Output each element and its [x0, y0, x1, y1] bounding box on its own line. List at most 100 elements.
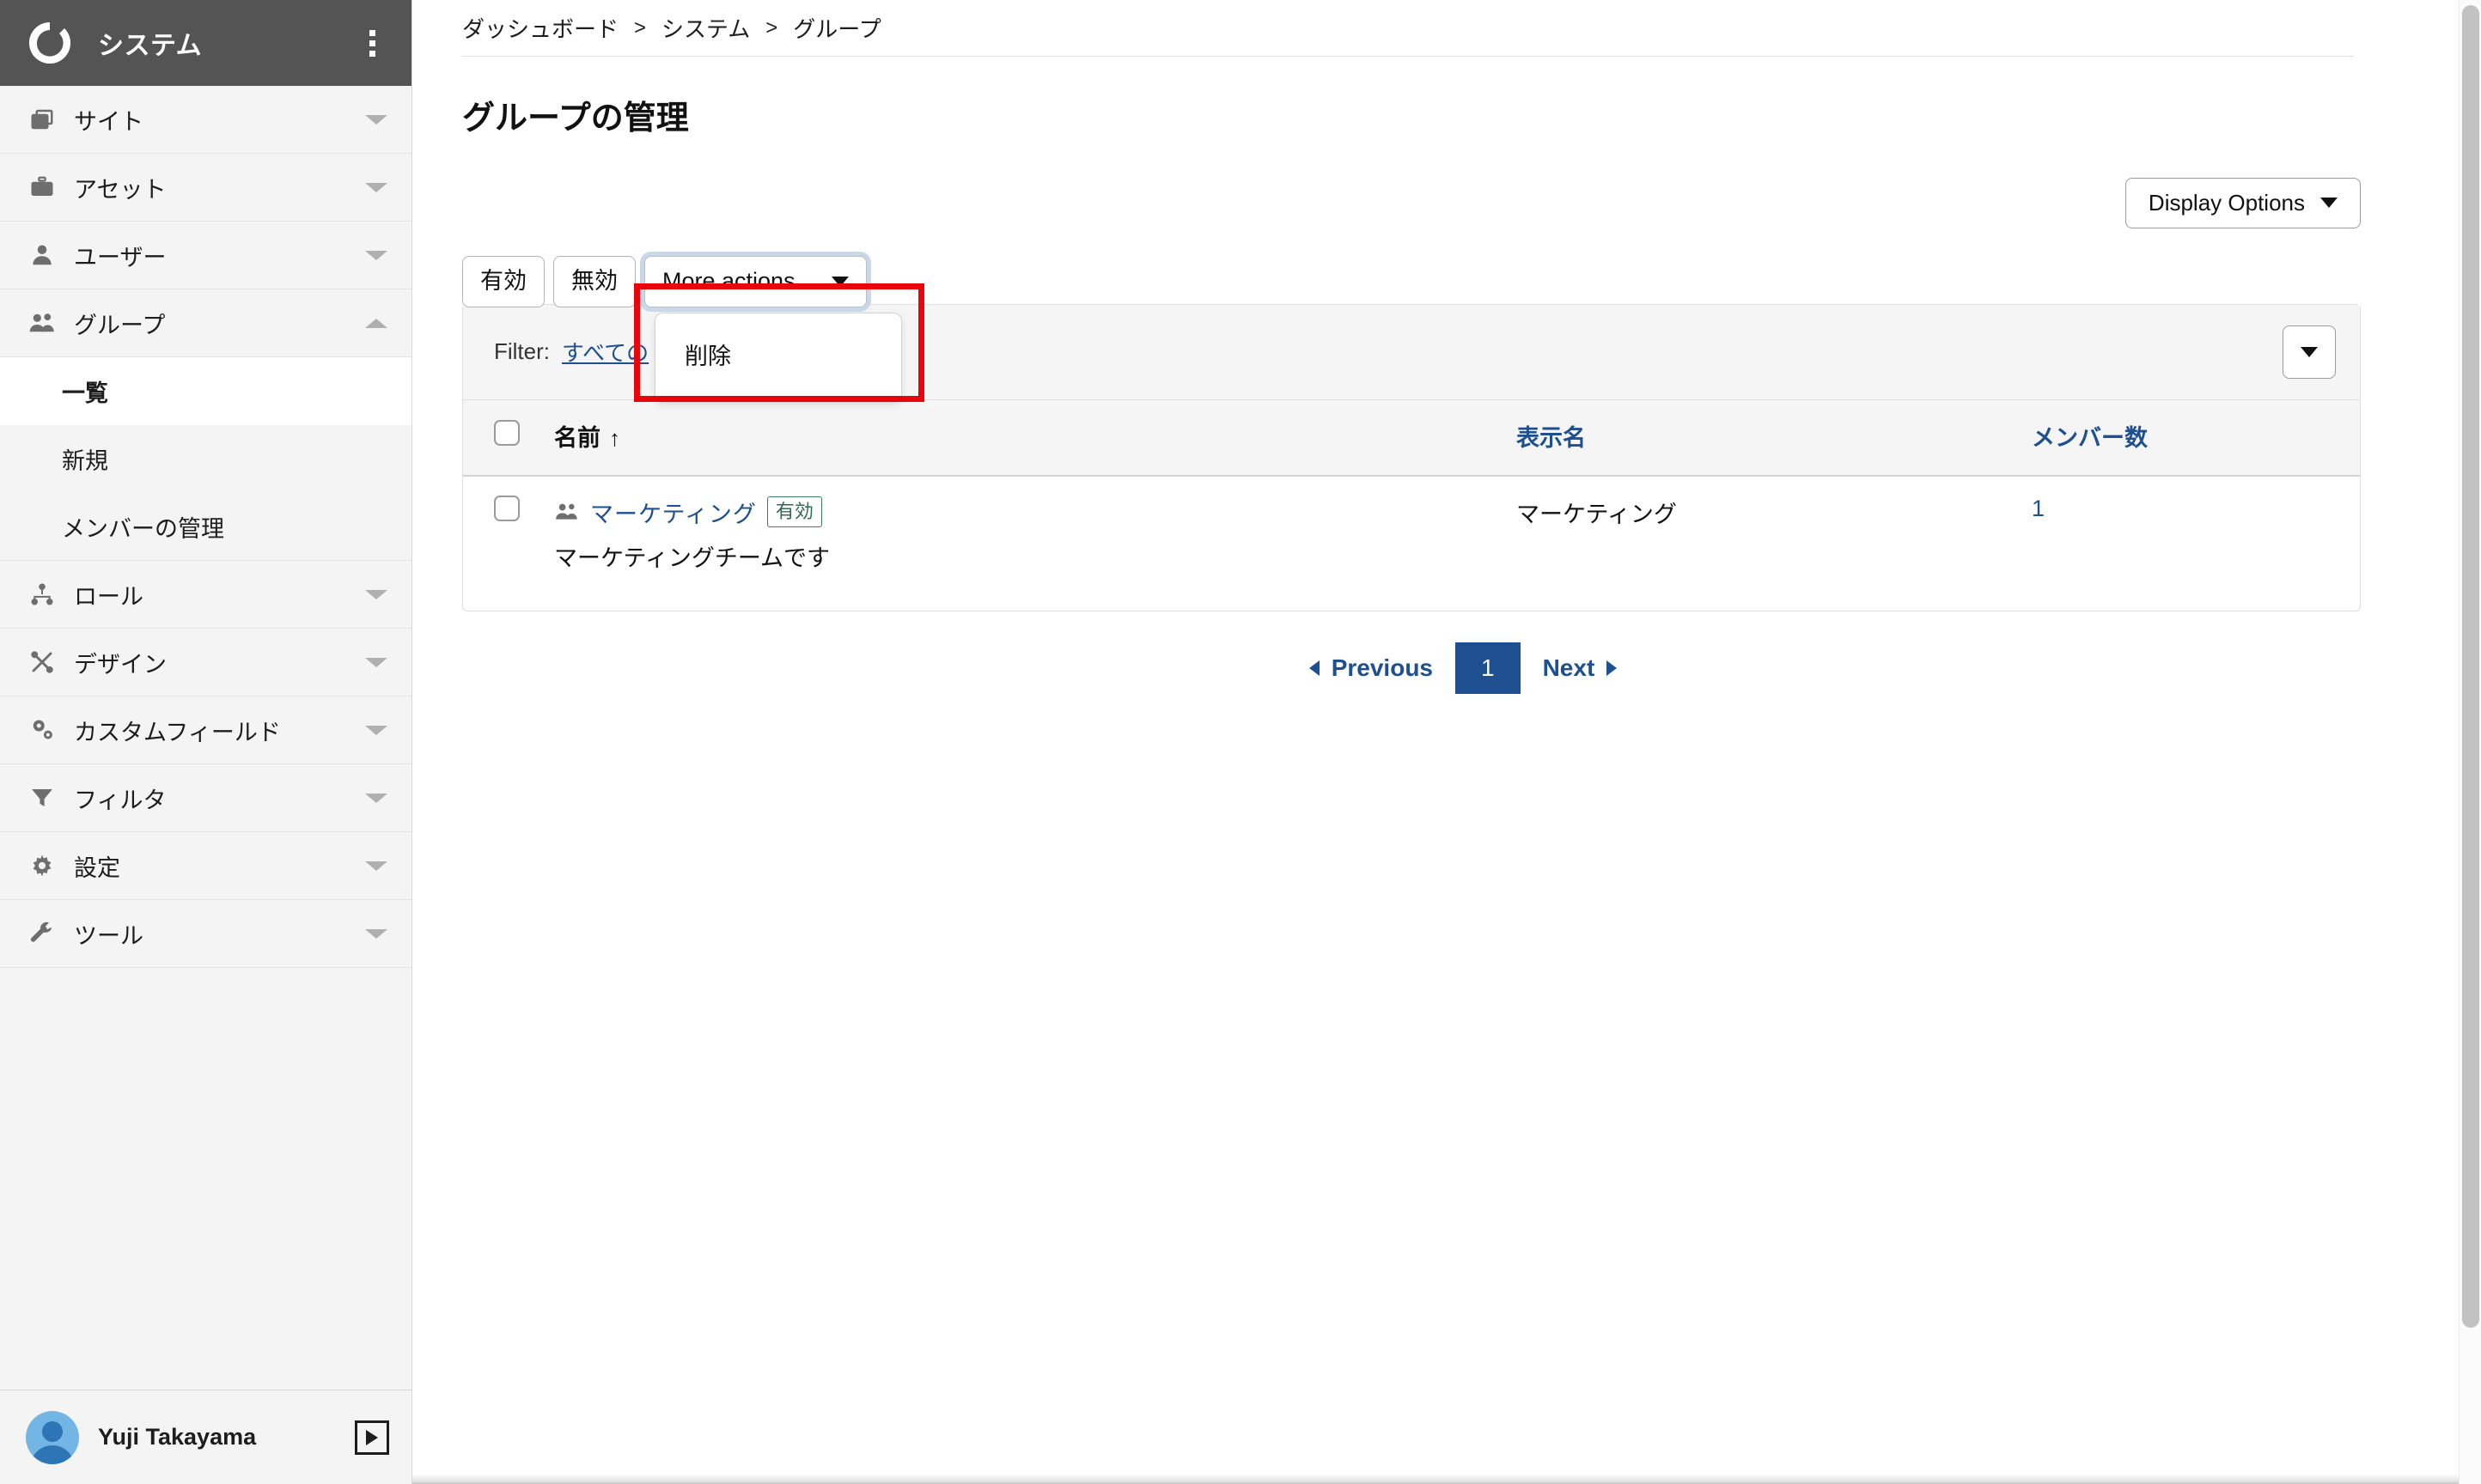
horizontal-scrollbar[interactable]	[412, 1474, 2481, 1484]
collapse-panel-icon[interactable]	[355, 1420, 389, 1455]
sidebar-item-label: フィルタ	[74, 787, 167, 813]
sidebar-item-label: カスタムフィールド	[74, 719, 281, 745]
sidebar-item-label: サイト	[74, 108, 143, 135]
sidebar-item-tools[interactable]: ツール	[0, 900, 411, 968]
chevron-down-icon[interactable]	[365, 250, 387, 260]
more-actions-button[interactable]: More actions...	[644, 255, 868, 307]
row-select-cell	[463, 476, 546, 611]
sidebar-item-label: ロール	[74, 583, 143, 610]
breadcrumb-separator-icon: >	[634, 15, 647, 40]
select-all-checkbox[interactable]	[494, 419, 520, 446]
sidebar-item-custom-fields[interactable]: カスタムフィールド	[0, 696, 411, 764]
pagination-next[interactable]: Next	[1521, 644, 1640, 692]
group-name-link[interactable]: マーケティング	[590, 496, 757, 529]
sidebar-item-sites[interactable]: サイト	[0, 86, 411, 154]
sites-icon	[27, 105, 57, 134]
pagination-next-label: Next	[1542, 654, 1595, 681]
chevron-down-icon[interactable]	[365, 657, 387, 667]
row-name-line: マーケティング 有効	[554, 496, 1499, 529]
design-brush-icon	[27, 648, 57, 677]
member-count-link[interactable]: 1	[2032, 496, 2045, 521]
breadcrumb-item-dashboard[interactable]: ダッシュボード	[462, 12, 619, 44]
sidebar-item-group-members[interactable]: メンバーの管理	[0, 493, 411, 561]
sidebar-header: システム	[0, 0, 411, 86]
chevron-down-icon[interactable]	[365, 589, 387, 599]
vertical-scrollbar-thumb[interactable]	[2462, 5, 2479, 1328]
row-name-cell: マーケティング 有効 マーケティングチームです	[546, 476, 1508, 611]
more-actions-menu: 削除	[655, 312, 902, 403]
main-content: ダッシュボード > システム > グループ グループの管理 Display Op…	[412, 0, 2481, 1484]
filter-value-link[interactable]: すべての	[562, 336, 649, 368]
pagination-previous[interactable]: Previous	[1287, 644, 1455, 692]
menu-item-delete[interactable]: 削除	[655, 331, 901, 378]
display-options-button[interactable]: Display Options	[2124, 178, 2361, 228]
column-header-member-count[interactable]: メンバー数	[2023, 399, 2360, 477]
filter-dropdown-button[interactable]	[2283, 325, 2336, 379]
chevron-down-icon[interactable]	[365, 182, 387, 192]
kebab-menu-icon[interactable]	[355, 22, 389, 64]
pagination: Previous 1 Next	[565, 642, 2361, 694]
sidebar-item-group-list[interactable]: 一覧	[0, 357, 411, 425]
table-body: マーケティング 有効 マーケティングチームです マーケティング 1	[463, 476, 2360, 611]
breadcrumb-item-groups[interactable]: グループ	[793, 12, 881, 44]
column-header-name-label: 名前	[554, 424, 600, 451]
vertical-scrollbar[interactable]	[2459, 0, 2481, 1484]
user-icon	[27, 240, 57, 270]
row-member-count-cell: 1	[2023, 476, 2360, 611]
sidebar-item-groups[interactable]: グループ	[0, 289, 411, 357]
table-row[interactable]: マーケティング 有効 マーケティングチームです マーケティング 1	[463, 476, 2360, 611]
sidebar-item-label: アセット	[74, 176, 167, 203]
enable-button[interactable]: 有効	[462, 255, 545, 307]
chevron-down-icon	[2301, 346, 2318, 357]
column-header-display-name[interactable]: 表示名	[1508, 399, 2023, 477]
sidebar: システム サイト アセット ユーザー グループ 一覧 新規 メンバーの管理 ロー…	[0, 0, 412, 1484]
sidebar-item-users[interactable]: ユーザー	[0, 222, 411, 289]
sidebar-nav: サイト アセット ユーザー グループ 一覧 新規 メンバーの管理 ロール デザイ…	[0, 86, 411, 1390]
sort-ascending-arrow: ↑	[609, 424, 620, 451]
display-options-label: Display Options	[2148, 190, 2305, 216]
more-actions-label: More actions...	[662, 267, 815, 294]
breadcrumb-separator-icon: >	[765, 15, 778, 40]
sidebar-item-roles[interactable]: ロール	[0, 561, 411, 629]
sidebar-brand-title: システム	[98, 32, 203, 60]
pagination-previous-label: Previous	[1331, 654, 1433, 681]
group-icon	[554, 502, 580, 522]
sidebar-item-assets[interactable]: アセット	[0, 154, 411, 222]
filter-label: Filter:	[494, 338, 550, 365]
chevron-down-icon[interactable]	[365, 725, 387, 735]
chevron-down-icon[interactable]	[365, 793, 387, 803]
table-header-row: 名前 ↑ 表示名 メンバー数	[463, 399, 2360, 477]
row-display-name-cell: マーケティング	[1516, 501, 1677, 527]
hierarchy-icon	[27, 580, 57, 609]
sidebar-item-filters[interactable]: フィルタ	[0, 764, 411, 832]
pagination-page-1[interactable]: 1	[1455, 642, 1521, 694]
sidebar-item-label: ユーザー	[74, 244, 167, 271]
display-options-row: Display Options	[462, 178, 2361, 228]
filter-left: Filter: すべての	[494, 336, 649, 368]
column-header-name[interactable]: 名前 ↑	[546, 399, 1508, 477]
chevron-down-icon[interactable]	[365, 928, 387, 939]
row-checkbox[interactable]	[494, 495, 520, 521]
chevron-down-icon[interactable]	[365, 861, 387, 871]
sidebar-item-label: グループ	[74, 312, 166, 338]
breadcrumb-item-system[interactable]: システム	[661, 12, 750, 44]
group-description: マーケティングチームです	[554, 544, 831, 571]
ring-logo-icon	[26, 19, 74, 67]
triangle-right-icon	[1606, 660, 1618, 676]
sidebar-item-settings[interactable]: 設定	[0, 832, 411, 900]
page-title: グループの管理	[462, 100, 689, 137]
sidebar-item-design[interactable]: デザイン	[0, 629, 411, 696]
gear-icon	[27, 851, 57, 880]
wrench-icon	[27, 919, 57, 948]
sidebar-item-label: デザイン	[74, 651, 167, 678]
disable-button[interactable]: 無効	[553, 255, 636, 307]
breadcrumb: ダッシュボード > システム > グループ	[462, 0, 2354, 57]
chevron-down-icon[interactable]	[365, 114, 387, 125]
more-actions-wrapper: More actions... 削除	[644, 255, 902, 403]
chevron-up-icon[interactable]	[365, 318, 387, 328]
sidebar-user-footer[interactable]: Yuji Takayama	[0, 1390, 411, 1484]
funnel-icon	[27, 783, 57, 812]
triangle-left-icon	[1308, 660, 1320, 676]
sidebar-item-group-new[interactable]: 新規	[0, 425, 411, 493]
chevron-down-icon	[832, 276, 850, 287]
